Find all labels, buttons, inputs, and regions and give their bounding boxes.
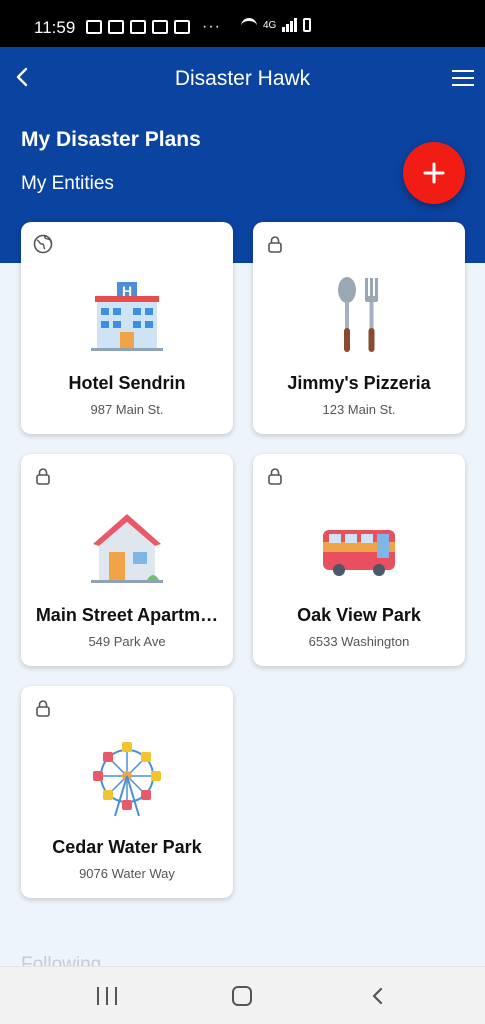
entity-address: 987 Main St. [90,402,164,417]
ferris-wheel-icon [93,742,161,817]
notification-icons: ··· [86,18,221,36]
system-icons: 4G [241,18,312,32]
house-icon [91,514,163,583]
globe-icon [33,234,53,254]
lock-icon [36,468,50,485]
entity-address: 9076 Water Way [79,866,175,881]
hamburger-menu-icon [452,70,474,72]
app-title: Disaster Hawk [174,67,311,90]
entity-name: Main Street Apartm… [35,605,219,625]
status-bar: 11:59 ··· 4G [0,0,485,47]
wifi-icon [241,18,257,32]
entity-card[interactable]: Oak View Park 6533 Washington [253,454,465,666]
entity-name: Hotel Sendrin [68,373,186,393]
add-entity-button[interactable] [403,142,465,204]
lock-icon [268,236,282,253]
message-icon [86,20,102,34]
entity-name: Jimmy's Pizzeria [287,373,431,393]
camera-icon [174,20,190,34]
entity-card[interactable]: Cedar Water Park 9076 Water Way [21,686,233,898]
recents-icon[interactable] [97,987,117,1005]
bus-icon [323,530,395,576]
entity-card[interactable]: Jimmy's Pizzeria 123 Main St. [253,222,465,434]
menu-button[interactable] [452,70,474,87]
entity-name: Cedar Water Park [52,837,202,857]
network-type: 4G [263,19,277,31]
entity-name: Oak View Park [297,605,421,625]
battery-icon [303,18,312,32]
entity-address: 123 Main St. [322,402,396,417]
lock-icon [36,700,50,717]
hotel-icon: H [91,282,163,351]
section-title: My Entities [21,173,114,194]
more-notifications-icon: ··· [202,18,221,35]
spoon-fork-icon [338,277,378,352]
image-icon [152,20,168,34]
message-icon [130,20,146,34]
entity-card[interactable]: H Hotel Sendrin 987 Main St. [21,222,233,434]
home-icon[interactable] [232,986,252,1006]
entity-address: 549 Park Ave [88,634,166,649]
entity-card[interactable]: Main Street Apartm… 549 Park Ave [21,454,233,666]
entity-address: 6533 Washington [308,634,410,649]
status-time: 11:59 [34,18,76,37]
system-nav-bar [0,966,485,1024]
message-icon [108,20,124,34]
lock-icon [268,468,282,485]
signal-icon [282,18,298,32]
back-icon[interactable] [370,985,386,1007]
page-title: My Disaster Plans [21,128,201,151]
plus-icon [423,162,445,184]
